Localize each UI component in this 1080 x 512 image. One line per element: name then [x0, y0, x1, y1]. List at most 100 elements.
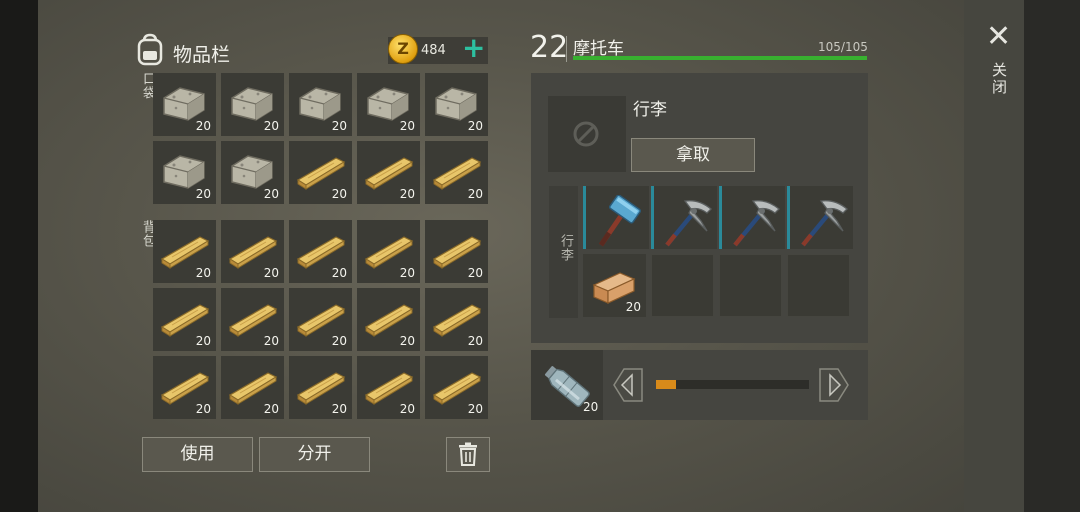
fuel-fill [656, 380, 676, 389]
cargo-slot[interactable] [583, 186, 649, 249]
pickaxe-icon [733, 200, 780, 247]
backpack-slot[interactable]: 20 [153, 288, 216, 351]
backpack-slot[interactable]: 20 [289, 220, 352, 283]
item-count: 20 [263, 187, 279, 201]
item-count: 20 [195, 187, 211, 201]
pocket-slot[interactable]: 20 [357, 73, 420, 136]
cargo-slot[interactable] [651, 254, 714, 317]
pocket-slot[interactable]: 20 [221, 141, 284, 204]
plank-icon [364, 157, 414, 190]
pocket-slot[interactable]: 20 [289, 73, 352, 136]
plank-icon [160, 304, 210, 337]
backpack-slot[interactable]: 20 [153, 356, 216, 419]
plank-icon [160, 236, 210, 269]
prohibited-icon [573, 121, 599, 147]
cargo-slot[interactable] [651, 186, 717, 249]
wood-block-icon [592, 272, 636, 304]
cargo-slot[interactable] [719, 254, 782, 317]
item-count: 20 [331, 402, 347, 416]
arrow-left-icon[interactable] [612, 367, 644, 403]
plank-icon [432, 304, 482, 337]
item-count: 20 [263, 334, 279, 348]
pickaxe-icon [801, 200, 848, 247]
trash-icon [459, 442, 477, 466]
arrow-right-icon[interactable] [818, 367, 850, 403]
cargo-slot[interactable] [787, 254, 850, 317]
item-count: 20 [399, 119, 415, 133]
backpack-icon [137, 33, 163, 66]
stone-icon [299, 87, 341, 121]
divider [566, 36, 567, 62]
plank-icon [228, 236, 278, 269]
add-coins-button[interactable]: + [462, 33, 485, 63]
backpack-slot[interactable]: 20 [289, 288, 352, 351]
cargo-slot[interactable]: 20 [583, 254, 646, 317]
cargo-slot[interactable] [719, 186, 785, 249]
backpack-slot[interactable]: 20 [425, 356, 488, 419]
plank-icon [296, 236, 346, 269]
plank-icon [364, 372, 414, 405]
fuel-bar [656, 380, 809, 389]
item-count: 20 [263, 119, 279, 133]
pocket-slot[interactable]: 20 [425, 73, 488, 136]
coin-amount: 484 [421, 43, 446, 58]
pocket-slot[interactable]: 20 [221, 73, 284, 136]
plank-icon [296, 372, 346, 405]
trash-button[interactable] [446, 437, 490, 472]
split-button[interactable]: 分开 [259, 437, 370, 472]
backpack-slot[interactable]: 20 [153, 220, 216, 283]
backpack-slot[interactable]: 20 [357, 220, 420, 283]
pocket-slot[interactable]: 20 [289, 141, 352, 204]
plank-icon [432, 372, 482, 405]
coin-icon: Z [388, 34, 418, 64]
item-count: 20 [331, 187, 347, 201]
plank-icon [228, 372, 278, 405]
backpack-slot[interactable]: 20 [221, 220, 284, 283]
backpack-slot[interactable]: 20 [425, 288, 488, 351]
plank-icon [364, 304, 414, 337]
item-count: 20 [195, 266, 211, 280]
inventory-title: 物品栏 [173, 44, 231, 66]
plank-icon [364, 236, 414, 269]
item-count: 20 [399, 187, 415, 201]
stone-icon [163, 87, 205, 121]
screen-edge [1024, 0, 1080, 512]
backpack-slot[interactable]: 20 [425, 220, 488, 283]
backpack-slot[interactable]: 20 [357, 356, 420, 419]
backpack-slot[interactable]: 20 [221, 288, 284, 351]
stone-icon [163, 155, 205, 189]
backpack-slot[interactable]: 20 [289, 356, 352, 419]
cargo-side-label: 行李 [558, 234, 573, 262]
item-count: 20 [467, 266, 483, 280]
stone-icon [231, 155, 273, 189]
backpack-slot[interactable]: 20 [221, 356, 284, 419]
close-label[interactable]: 关闭 [989, 62, 1010, 96]
fuel-count: 20 [583, 400, 599, 414]
stone-icon [435, 87, 477, 121]
sledgehammer-icon [598, 195, 642, 247]
equip-slot[interactable] [548, 96, 626, 172]
cargo-side-tab: 行李 [549, 186, 578, 318]
item-count: 20 [399, 266, 415, 280]
backpack-slot[interactable]: 20 [357, 288, 420, 351]
pocket-slot[interactable]: 20 [425, 141, 488, 204]
item-count: 20 [625, 300, 641, 314]
item-count: 20 [331, 334, 347, 348]
item-count: 20 [399, 334, 415, 348]
pocket-slot[interactable]: 20 [357, 141, 420, 204]
use-button[interactable]: 使用 [142, 437, 253, 472]
item-count: 20 [331, 266, 347, 280]
durability-text: 105/105 [818, 40, 868, 54]
item-count: 20 [399, 402, 415, 416]
pocket-slot[interactable]: 20 [153, 73, 216, 136]
durability-fill [573, 56, 867, 60]
plank-icon [296, 304, 346, 337]
take-button[interactable]: 拿取 [631, 138, 755, 172]
item-count: 20 [195, 334, 211, 348]
cargo-slot[interactable] [787, 186, 853, 249]
vehicle-level: 22 [530, 30, 569, 65]
item-count: 20 [467, 334, 483, 348]
pocket-slot[interactable]: 20 [153, 141, 216, 204]
close-icon[interactable]: ✕ [986, 22, 1011, 52]
stone-icon [231, 87, 273, 121]
